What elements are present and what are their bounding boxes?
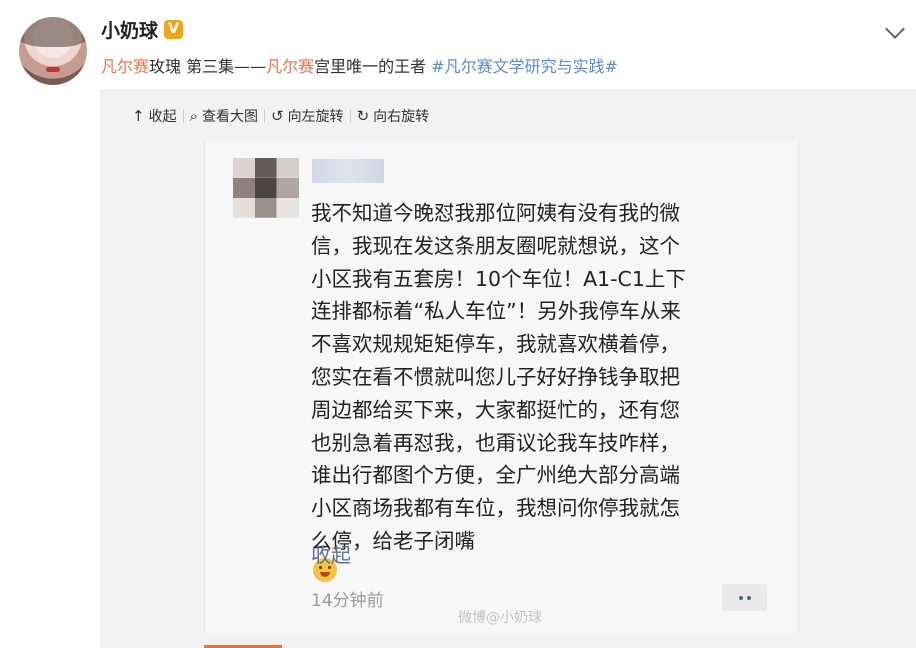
post-text: 凡尔赛玫瑰 第三集——凡尔赛宫里唯一的王者 #凡尔赛文学研究与实践# [101,53,618,77]
verified-badge-icon: V [164,20,184,39]
blurred-username [312,159,384,183]
post-text-segment: 玫瑰 第三集—— [149,57,267,76]
post-line: 不喜欢规规矩矩停车，我就喜欢横着停， [311,332,680,357]
rotate-right-icon: ↻ [356,107,370,125]
post-line: 也别急着再怼我，也甭议论我车技咋样， [311,430,680,455]
username[interactable]: 小奶球 V [101,16,184,43]
hashtag-link[interactable]: #凡尔赛文学研究与实践# [431,57,618,76]
view-large-button[interactable]: ⌕ 查看大图 [184,106,264,126]
keyword-link[interactable]: 凡尔赛 [101,57,149,76]
more-dot-icon [738,595,743,600]
rotate-left-icon: ↺ [270,107,284,125]
avatar-hair [19,17,87,47]
collapse-button[interactable]: ↑ 收起 [126,106,183,126]
collapse-text-link[interactable]: 收起 [311,539,351,568]
magnifier-icon: ⌕ [189,107,198,125]
moments-post-body: 我不知道今晚怼我那位阿姨有没有我的微 信，我现在发这条朋友圈呢就想说，这个 小区… [311,197,766,582]
view-large-label: 查看大图 [201,109,258,125]
post-line: 周边都给买下来，大家都挺忙的，还有您 [311,397,680,422]
weibo-watermark: 微博@小奶球 [458,610,542,626]
more-dot-icon [746,595,751,600]
post-text-segment: 宫里唯一的王者 [314,57,432,76]
post-line: 谁出行都图个方便，全广州绝大部分高端 [311,463,680,488]
post-timestamp: 14分钟前 [311,591,384,611]
rotate-right-button[interactable]: ↻ 向右旋转 [351,106,436,126]
post-last-line: 么停，给老子闭嘴 [311,525,766,582]
avatar[interactable] [19,17,87,85]
username-label[interactable]: 小奶球 [101,16,158,43]
post-line: 信，我现在发这条朋友圈呢就想说，这个 [311,233,680,258]
post-line: 我不知道今晚怼我那位阿姨有没有我的微 [311,201,680,225]
rotate-left-label: 向左旋转 [287,109,344,125]
post-line: 您实在看不惯就叫您儿子好好挣钱争取把 [311,364,680,389]
chevron-down-icon[interactable] [885,19,905,39]
rotate-left-button[interactable]: ↺ 向左旋转 [265,106,350,126]
post-line: 连排都标着“私人车位”！另外我停车从来 [311,299,681,324]
keyword-link[interactable]: 凡尔赛 [266,57,314,76]
more-options-button[interactable] [722,584,767,611]
image-toolbar: ↑ 收起 ⌕ 查看大图 ↺ 向左旋转 ↻ 向右旋转 [126,106,435,126]
post-line: 小区我有五套房！10个车位！A1-C1上下 [311,266,686,291]
rotate-right-label: 向右旋转 [373,109,430,125]
blurred-avatar [233,158,299,218]
avatar-lips [46,67,60,72]
collapse-up-arrow-icon: ↑ [132,107,145,125]
collapse-label: 收起 [148,109,177,125]
post-line: 小区商场我都有车位，我想问你停我就怎 [311,496,680,521]
